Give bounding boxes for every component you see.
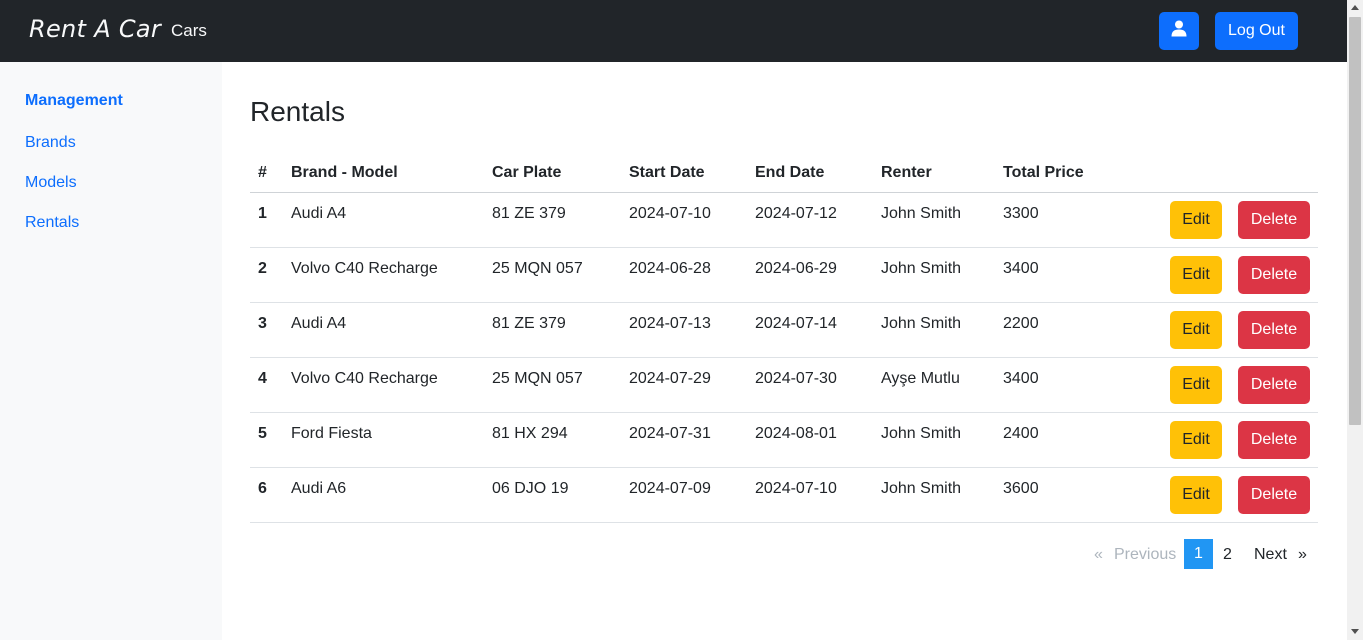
sidebar-item-brands[interactable]: Brands xyxy=(25,134,76,152)
row-number: 1 xyxy=(258,205,267,222)
row-number: 4 xyxy=(258,370,267,387)
nav-link-cars[interactable]: Cars xyxy=(171,21,207,41)
user-profile-button[interactable] xyxy=(1159,12,1199,50)
brand-model-cell: Audi A6 xyxy=(291,480,347,497)
start-date-cell: 2024-07-10 xyxy=(629,205,711,222)
logout-button[interactable]: Log Out xyxy=(1215,12,1298,50)
scroll-up-arrow-icon[interactable] xyxy=(1351,5,1359,10)
delete-button[interactable]: Delete xyxy=(1238,366,1310,404)
column-header-total-price: Total Price xyxy=(1003,164,1084,181)
brand-model-cell: Audi A4 xyxy=(291,205,347,222)
car-plate-cell: 81 ZE 379 xyxy=(492,315,566,332)
car-plate-cell: 06 DJO 19 xyxy=(492,480,569,497)
column-header-end-date: End Date xyxy=(755,164,825,181)
edit-button[interactable]: Edit xyxy=(1170,201,1222,239)
sidebar-item-rentals[interactable]: Rentals xyxy=(25,214,79,232)
brand-model-cell: Volvo C40 Recharge xyxy=(291,370,438,387)
total-price-cell: 3400 xyxy=(1003,370,1039,387)
car-plate-cell: 81 ZE 379 xyxy=(492,205,566,222)
delete-button[interactable]: Delete xyxy=(1238,201,1310,239)
brand-model-cell: Ford Fiesta xyxy=(291,425,372,442)
renter-cell: John Smith xyxy=(881,260,962,277)
row-divider xyxy=(250,412,1318,413)
start-date-cell: 2024-07-09 xyxy=(629,480,711,497)
end-date-cell: 2024-07-10 xyxy=(755,480,837,497)
page-title: Rentals xyxy=(250,96,345,127)
pagination-last[interactable]: » xyxy=(1298,546,1307,564)
pagination-next[interactable]: Next xyxy=(1254,546,1287,564)
renter-cell: John Smith xyxy=(881,315,962,332)
edit-button[interactable]: Edit xyxy=(1170,256,1222,294)
end-date-cell: 2024-07-12 xyxy=(755,205,837,222)
page-scrollbar[interactable] xyxy=(1347,0,1363,640)
end-date-cell: 2024-07-14 xyxy=(755,315,837,332)
edit-button[interactable]: Edit xyxy=(1170,476,1222,514)
column-header-car-plate: Car Plate xyxy=(492,164,562,181)
column-header-renter: Renter xyxy=(881,164,932,181)
row-number: 6 xyxy=(258,480,267,497)
brand-model-cell: Volvo C40 Recharge xyxy=(291,260,438,277)
scrollbar-thumb[interactable] xyxy=(1349,17,1361,425)
row-number: 3 xyxy=(258,315,267,332)
end-date-cell: 2024-08-01 xyxy=(755,425,837,442)
start-date-cell: 2024-07-13 xyxy=(629,315,711,332)
scroll-down-arrow-icon[interactable] xyxy=(1351,629,1359,634)
delete-button[interactable]: Delete xyxy=(1238,421,1310,459)
row-divider xyxy=(250,302,1318,303)
delete-button[interactable]: Delete xyxy=(1238,476,1310,514)
end-date-cell: 2024-06-29 xyxy=(755,260,837,277)
total-price-cell: 3300 xyxy=(1003,205,1039,222)
start-date-cell: 2024-06-28 xyxy=(629,260,711,277)
row-divider xyxy=(250,357,1318,358)
renter-cell: Ayşe Mutlu xyxy=(881,370,960,387)
pagination-first[interactable]: « xyxy=(1094,546,1103,564)
car-plate-cell: 81 HX 294 xyxy=(492,425,568,442)
renter-cell: John Smith xyxy=(881,425,962,442)
total-price-cell: 3400 xyxy=(1003,260,1039,277)
row-divider xyxy=(250,247,1318,248)
renter-cell: John Smith xyxy=(881,480,962,497)
total-price-cell: 3600 xyxy=(1003,480,1039,497)
car-plate-cell: 25 MQN 057 xyxy=(492,260,583,277)
brand-model-cell: Audi A4 xyxy=(291,315,347,332)
total-price-cell: 2200 xyxy=(1003,315,1039,332)
edit-button[interactable]: Edit xyxy=(1170,311,1222,349)
delete-button[interactable]: Delete xyxy=(1238,311,1310,349)
sidebar: Management Brands Models Rentals xyxy=(0,62,222,640)
row-divider xyxy=(250,467,1318,468)
car-plate-cell: 25 MQN 057 xyxy=(492,370,583,387)
column-header-number: # xyxy=(258,164,267,181)
row-number: 2 xyxy=(258,260,267,277)
delete-button[interactable]: Delete xyxy=(1238,256,1310,294)
end-date-cell: 2024-07-30 xyxy=(755,370,837,387)
renter-cell: John Smith xyxy=(881,205,962,222)
start-date-cell: 2024-07-31 xyxy=(629,425,711,442)
sidebar-item-models[interactable]: Models xyxy=(25,174,77,192)
pagination-previous[interactable]: Previous xyxy=(1114,546,1176,564)
table-header-divider xyxy=(250,192,1318,193)
edit-button[interactable]: Edit xyxy=(1170,366,1222,404)
pagination-page-1[interactable]: 1 xyxy=(1184,539,1213,569)
brand-logo[interactable]: Rent A Car xyxy=(29,15,161,43)
edit-button[interactable]: Edit xyxy=(1170,421,1222,459)
top-navbar: Rent A Car Cars Log Out xyxy=(0,0,1347,62)
row-divider xyxy=(250,522,1318,523)
column-header-start-date: Start Date xyxy=(629,164,705,181)
user-icon xyxy=(1171,20,1187,42)
column-header-brand-model: Brand - Model xyxy=(291,164,398,181)
start-date-cell: 2024-07-29 xyxy=(629,370,711,387)
total-price-cell: 2400 xyxy=(1003,425,1039,442)
pagination-page-2[interactable]: 2 xyxy=(1223,546,1232,564)
sidebar-item-management[interactable]: Management xyxy=(25,92,123,110)
row-number: 5 xyxy=(258,425,267,442)
